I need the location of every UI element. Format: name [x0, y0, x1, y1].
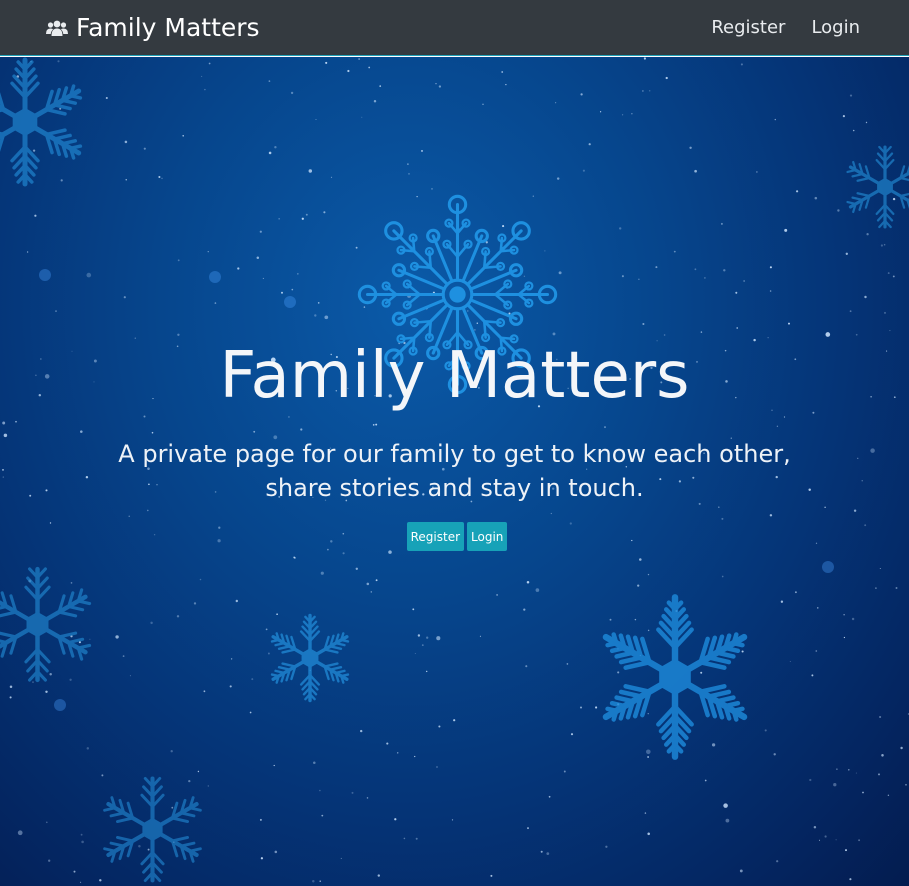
brand-link[interactable]: Family Matters — [46, 12, 260, 44]
snowflake-icon — [602, 594, 748, 760]
nav-links: Register Login — [711, 16, 860, 40]
snowflake-icon — [846, 145, 909, 229]
snowflake-icon — [270, 613, 350, 703]
hero-subtitle: A private page for our family to get to … — [118, 440, 791, 502]
nav-register-link[interactable]: Register — [711, 16, 785, 40]
top-navbar: Family Matters Register Login — [0, 0, 909, 56]
brand-label: Family Matters — [76, 13, 260, 42]
users-icon — [46, 20, 68, 36]
register-button[interactable]: Register — [406, 522, 465, 551]
hero-title: Family Matters — [219, 339, 690, 413]
snowflake-icon — [0, 57, 83, 187]
snowflake-icon — [0, 566, 92, 683]
nav-login-link[interactable]: Login — [811, 16, 860, 40]
login-button[interactable]: Login — [467, 522, 508, 551]
snowflake-icon — [103, 776, 202, 883]
hero-button-group: Register Login — [0, 522, 909, 551]
hero-section: Family Matters A private page for our fa… — [0, 57, 909, 886]
